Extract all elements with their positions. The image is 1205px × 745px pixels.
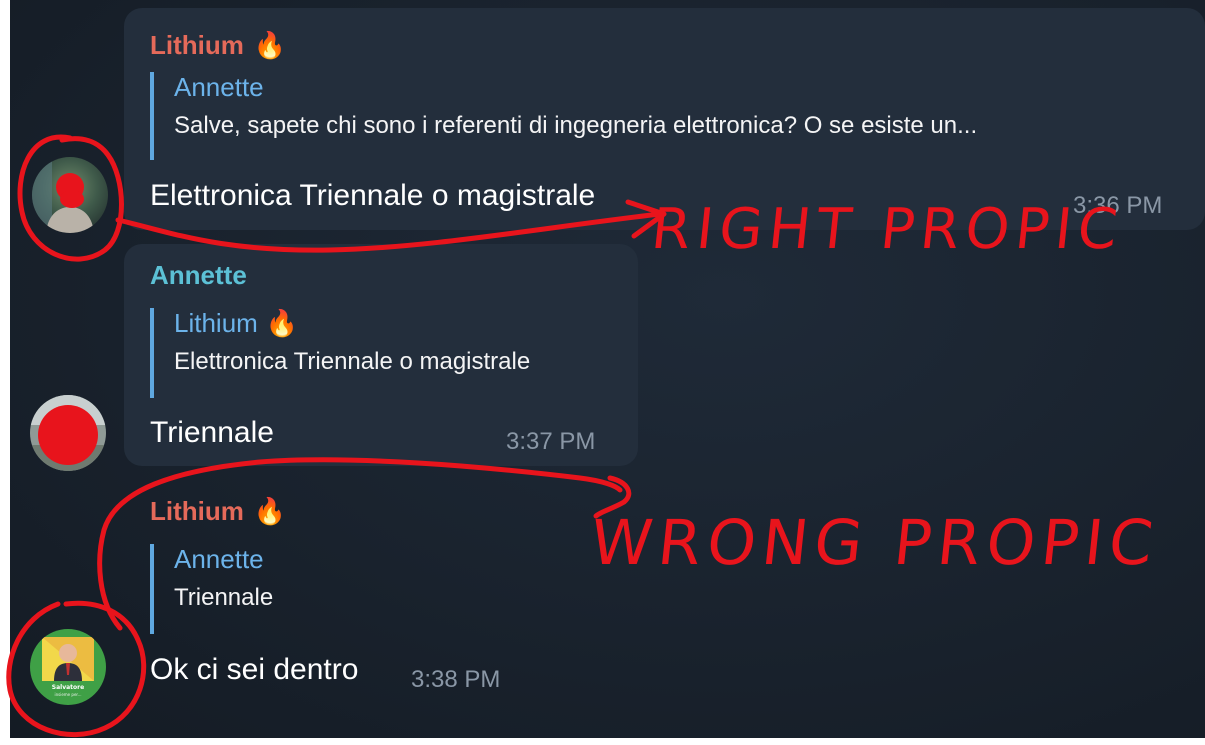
message-text: Ok ci sei dentro [150,653,359,686]
message-text: Triennale [150,416,274,449]
avatar-lithium-wrong[interactable]: Salvatore insieme per... [30,629,106,705]
fire-emoji-icon: 🔥 [253,30,287,60]
profile-photo-icon [30,395,106,471]
avatar-annette[interactable] [30,395,106,471]
sender-name[interactable]: Lithium 🔥 [150,496,286,526]
reply-quote[interactable]: Annette Triennale [150,544,273,634]
quote-sender-name: Annette [174,72,264,102]
quote-text: Elettronica Triennale o magistrale [174,348,531,375]
fire-emoji-icon: 🔥 [265,308,299,338]
fire-emoji-icon: 🔥 [253,496,287,526]
message-bubble[interactable]: Lithium 🔥 Annette Triennale Ok ci sei den… [124,478,544,712]
quote-sender-name-text: Lithium [174,308,258,338]
avatar-lithium-correct[interactable] [32,157,108,233]
reply-quote[interactable]: Lithium 🔥 Elettronica Triennale o magistr… [150,308,530,398]
reply-quote[interactable]: Annette Salve, sapete chi sono i referen… [150,72,977,160]
avatar-badge-line1: Salvatore [52,684,84,691]
avatar-badge-line2: insieme per... [54,692,81,697]
quote-text: Triennale [174,584,274,611]
profile-photo-icon: Salvatore insieme per... [30,629,106,705]
message-time: 3:36 PM [1073,192,1163,219]
chat-area: Lithium 🔥 Annette Salve, sapete chi sono … [10,0,1205,738]
sender-name-text: Lithium [150,30,244,60]
quote-sender-name: Annette [174,544,264,574]
sender-name[interactable]: Annette [150,260,247,290]
quote-text: Salve, sapete chi sono i referenti di in… [174,112,978,139]
message-bubble[interactable]: Annette Lithium 🔥 Elettronica Triennale o… [124,244,638,466]
message-text: Elettronica Triennale o magistrale [150,179,596,212]
message-time: 3:38 PM [411,666,501,693]
profile-photo-icon [32,157,108,233]
message-bubble[interactable]: Lithium 🔥 Annette Salve, sapete chi sono … [124,8,1205,230]
sender-name[interactable]: Lithium 🔥 [150,30,286,60]
quote-sender-name: Lithium 🔥 [174,308,530,338]
sender-name-text: Lithium [150,496,244,526]
message-time: 3:37 PM [506,428,596,455]
sender-name-text: Annette [150,260,247,290]
